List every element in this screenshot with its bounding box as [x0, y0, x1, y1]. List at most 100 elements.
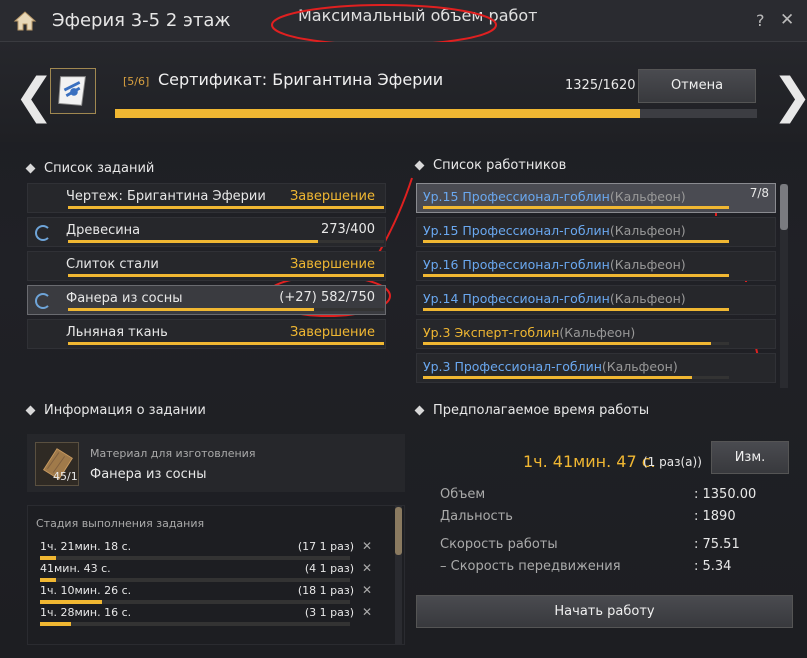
task-row[interactable]: Льняная ткань Завершение [27, 319, 386, 349]
stage-progress-fill [40, 622, 71, 626]
stage-time: 41мин. 43 с. [40, 562, 111, 575]
task-progress-fill [68, 308, 315, 311]
stage-progress-bar [40, 578, 350, 582]
worker-town: (Кальфеон) [609, 189, 686, 204]
certificate-progress-bar [115, 109, 757, 118]
stat-volume-label: Объем [440, 487, 486, 502]
change-button[interactable]: Изм. [711, 441, 789, 474]
worker-row[interactable]: Ур.15 Профессионал-гоблин(Кальфеон) 7/8 [416, 183, 776, 213]
task-progress-fill [68, 274, 384, 277]
worker-row[interactable]: Ур.14 Профессионал-гоблин(Кальфеон) [416, 285, 776, 315]
diamond-icon [25, 163, 36, 174]
worker-level-name: Ур.3 Эксперт-гоблин [423, 325, 560, 340]
task-progress-bar [68, 274, 384, 277]
worker-row[interactable]: Ур.3 Профессионал-гоблин(Кальфеон) [416, 353, 776, 383]
stage-progress-bar [40, 556, 350, 560]
worker-row[interactable]: Ур.15 Профессионал-гоблин(Кальфеон) [416, 217, 776, 247]
worker-town: (Кальфеон) [609, 257, 686, 272]
stage-box: Стадия выполнения задания 1ч. 21мин. 18 … [27, 505, 405, 645]
worker-row[interactable]: Ур.16 Профессионал-гоблин(Кальфеон) [416, 251, 776, 281]
task-progress-bar [68, 308, 384, 311]
task-row[interactable]: Фанера из сосны (+27) 582/750 [27, 285, 386, 315]
task-status: Завершение [289, 189, 375, 204]
worker-stamina-fill [423, 308, 729, 311]
refresh-icon [35, 225, 51, 241]
remove-stage-icon[interactable]: ✕ [362, 561, 372, 575]
work-time-header-label: Предполагаемое время работы [433, 403, 650, 418]
window-subtitle: Максимальный объем работ [298, 6, 538, 25]
home-icon[interactable] [12, 8, 38, 34]
cancel-button[interactable]: Отмена [638, 69, 756, 103]
chevron-left-icon[interactable]: ❮ [14, 68, 54, 124]
worker-stamina-bar [423, 308, 729, 311]
material-name: Фанера из сосны [90, 467, 207, 482]
material-quantity: 45/1 [53, 470, 78, 483]
worker-stamina-fill [423, 240, 729, 243]
worker-level-name: Ур.3 Профессионал-гоблин [423, 359, 602, 374]
worker-name: Ур.16 Профессионал-гоблин(Кальфеон) [423, 257, 686, 272]
worker-list-scrollbar[interactable] [780, 184, 788, 388]
scrollbar-thumb[interactable] [395, 507, 402, 555]
task-progress-bar [68, 206, 384, 209]
remove-stage-icon[interactable]: ✕ [362, 583, 372, 597]
task-name: Древесина [66, 223, 141, 238]
task-row[interactable]: Древесина 273/400 [27, 217, 386, 247]
stat-distance-label: Дальность [440, 509, 513, 524]
stage-progress-fill [40, 578, 56, 582]
worker-stamina-bar [423, 376, 729, 379]
task-status: Завершение [289, 257, 375, 272]
stage-count: (18 1 раз) [297, 584, 354, 597]
task-row[interactable]: Чертеж: Бригантина Эферии Завершение [27, 183, 386, 213]
help-button[interactable]: ? [756, 11, 765, 30]
stage-row: 41мин. 43 с. (4 1 раз) ✕ [36, 561, 376, 584]
worker-stamina-fill [423, 376, 693, 379]
certificate-count: [5/6] [123, 75, 150, 88]
worker-name: Ур.3 Профессионал-гоблин(Кальфеон) [423, 359, 678, 374]
worker-level-name: Ур.16 Профессионал-гоблин [423, 257, 610, 272]
workshop-window: Эферия 3-5 2 этаж Максимальный объем раб… [0, 0, 807, 658]
diamond-icon [414, 160, 425, 171]
stage-progress-bar [40, 622, 350, 626]
remove-stage-icon[interactable]: ✕ [362, 539, 372, 553]
stage-progress-fill [40, 556, 56, 560]
window-title: Эферия 3-5 2 этаж [52, 10, 231, 31]
worker-town: (Кальфеон) [609, 291, 686, 306]
worker-stamina-bar [423, 206, 729, 209]
task-list-header: Список заданий [25, 161, 154, 176]
remove-stage-icon[interactable]: ✕ [362, 605, 372, 619]
task-name: Чертеж: Бригантина Эферии [66, 189, 266, 204]
worker-row[interactable]: Ур.3 Эксперт-гоблин(Кальфеон) [416, 319, 776, 349]
task-progress-fill [68, 206, 384, 209]
diamond-icon [414, 405, 425, 416]
stat-work-speed-value: : 75.51 [694, 537, 740, 552]
worker-list-header-label: Список работников [433, 158, 567, 173]
material-label: Материал для изготовления [90, 447, 256, 460]
task-row[interactable]: Слиток стали Завершение [27, 251, 386, 281]
stage-title: Стадия выполнения задания [36, 517, 205, 530]
worker-stamina-bar [423, 342, 729, 345]
worker-level-name: Ур.14 Профессионал-гоблин [423, 291, 610, 306]
stage-scrollbar[interactable] [395, 505, 402, 645]
worker-stamina-bar [423, 274, 729, 277]
chevron-right-icon[interactable]: ❯ [772, 68, 807, 124]
worker-town: (Кальфеон) [609, 223, 686, 238]
stage-progress-bar [40, 600, 350, 604]
stage-count: (17 1 раз) [297, 540, 354, 553]
worker-town: (Кальфеон) [559, 325, 636, 340]
stage-row: 1ч. 10мин. 26 с. (18 1 раз) ✕ [36, 583, 376, 606]
stage-row: 1ч. 28мин. 16 с. (3 1 раз) ✕ [36, 605, 376, 628]
task-name: Льняная ткань [66, 325, 168, 340]
worker-stamina-bar [423, 240, 729, 243]
task-info-header: Информация о задании [25, 403, 206, 418]
scrollbar-thumb[interactable] [780, 184, 788, 230]
diamond-icon [25, 405, 36, 416]
worker-level-name: Ур.15 Профессионал-гоблин [423, 223, 610, 238]
work-time-header: Предполагаемое время работы [414, 403, 650, 418]
certificate-progress-fill [115, 109, 641, 118]
task-name: Фанера из сосны [66, 291, 183, 306]
stage-count: (4 1 раз) [304, 562, 354, 575]
task-progress-fill [68, 240, 318, 243]
start-work-button[interactable]: Начать работу [416, 595, 793, 628]
close-button[interactable]: ✕ [780, 10, 794, 30]
worker-stamina-fill [423, 342, 711, 345]
